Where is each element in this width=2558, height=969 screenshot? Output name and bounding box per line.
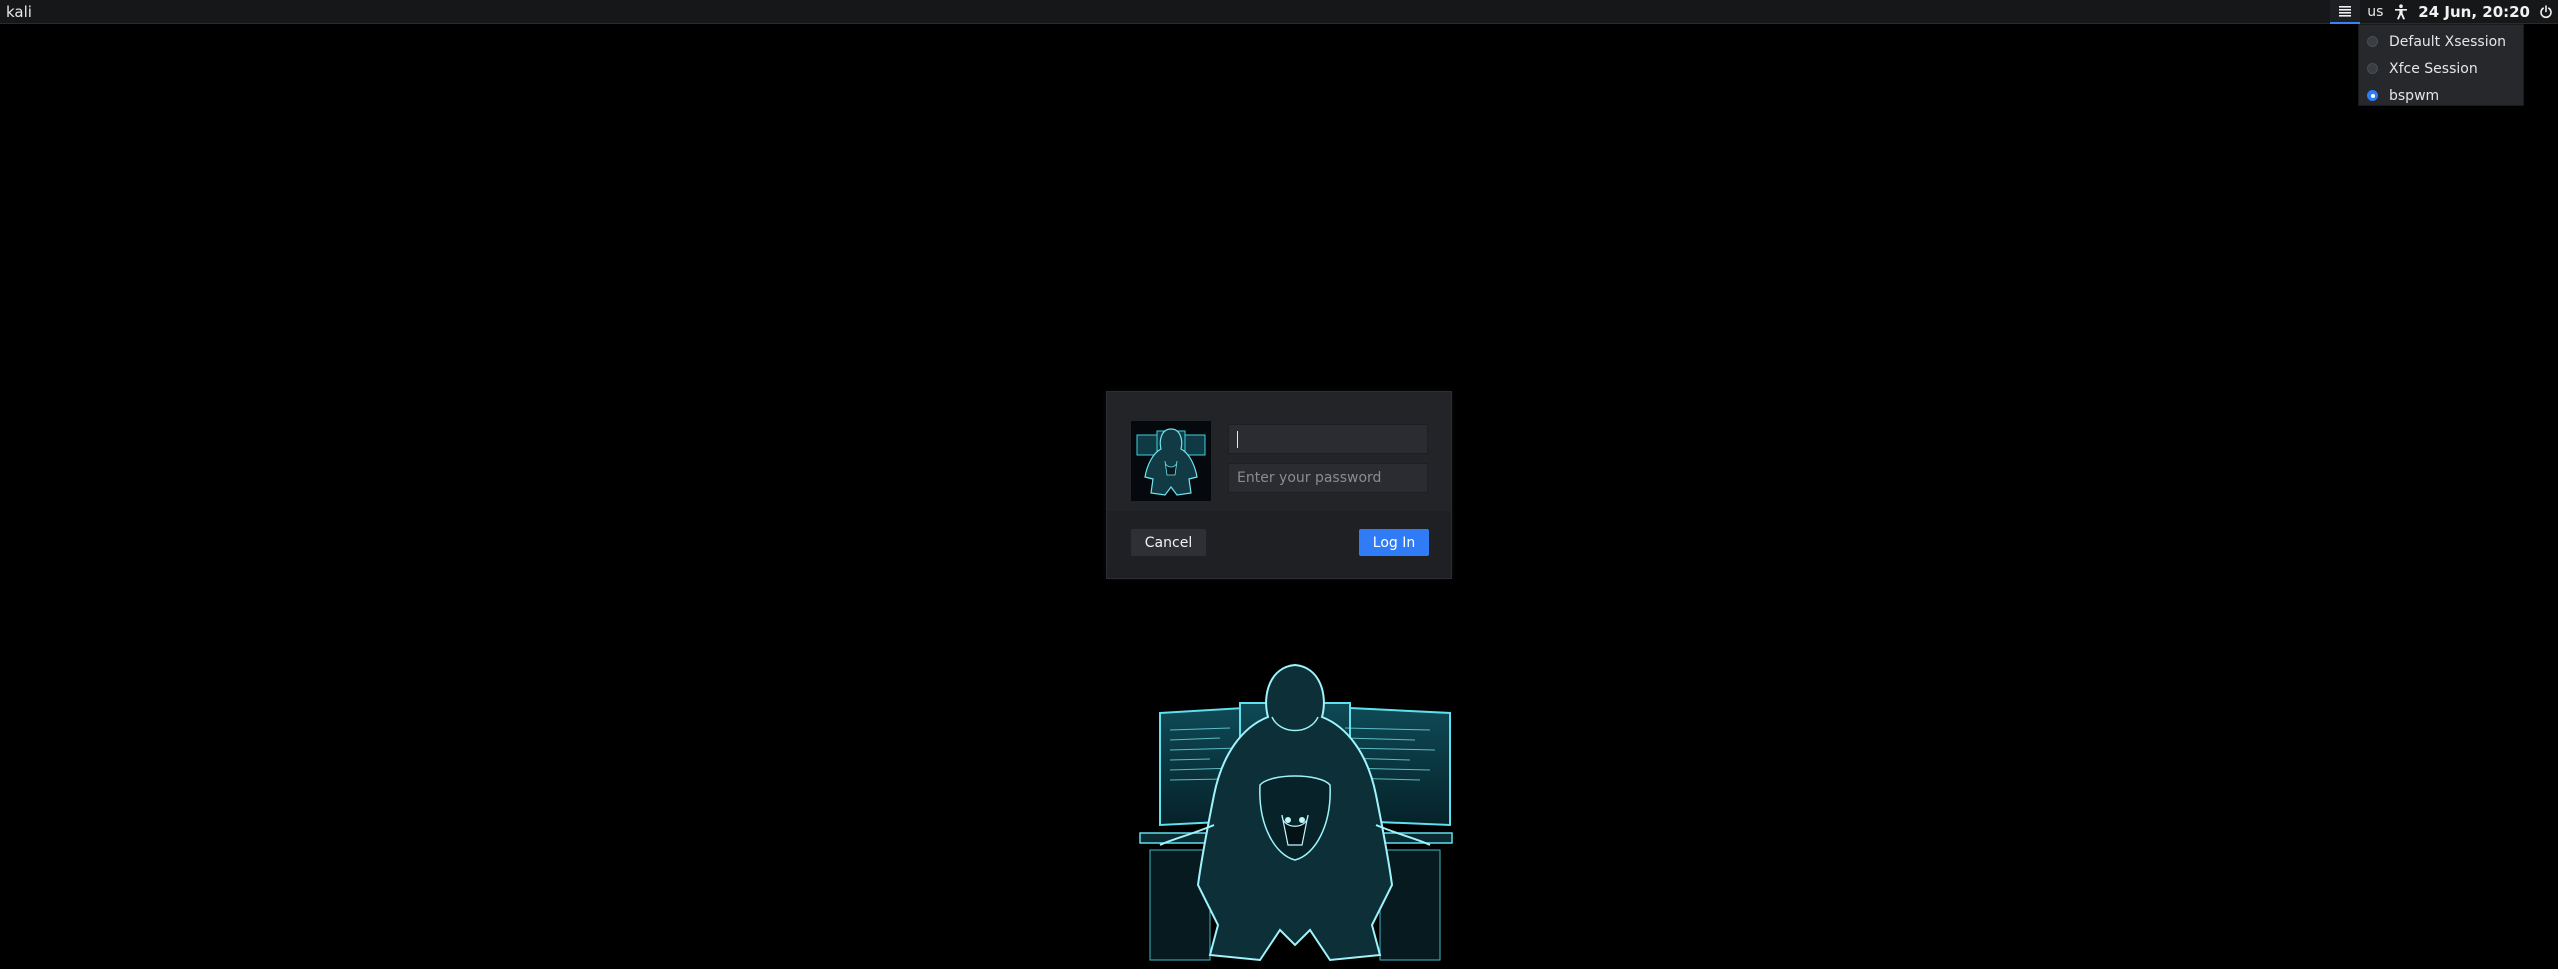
list-icon [2339, 6, 2352, 17]
session-item-default-xsession[interactable]: Default Xsession [2359, 28, 2523, 55]
session-item-label: Xfce Session [2389, 60, 2478, 77]
wallpaper-hacker-illustration [1130, 655, 1460, 965]
text-cursor [1237, 431, 1238, 448]
hooded-figure-avatar-image [1131, 421, 1211, 501]
hostname-label: kali [6, 3, 32, 21]
session-item-bspwm[interactable]: bspwm [2359, 82, 2523, 109]
password-field[interactable] [1228, 463, 1428, 493]
session-menu-button[interactable] [2330, 0, 2361, 24]
power-button[interactable] [2534, 0, 2558, 24]
user-avatar [1131, 421, 1211, 501]
login-dialog: Cancel Log In [1106, 391, 1452, 579]
panel-indicators: us 24 Jun, 20:20 [2330, 0, 2558, 24]
keyboard-layout-indicator[interactable]: us [2360, 0, 2390, 24]
radio-button [2367, 63, 2378, 74]
session-item-label: Default Xsession [2389, 33, 2507, 50]
top-panel: kali us 24 Jun, 20:20 [0, 0, 2558, 24]
session-dropdown-menu: Default Xsession Xfce Session bspwm [2358, 24, 2524, 106]
power-icon [2540, 5, 2552, 19]
username-field[interactable] [1228, 424, 1428, 454]
log-in-button[interactable]: Log In [1359, 529, 1429, 556]
cancel-button[interactable]: Cancel [1131, 529, 1206, 556]
radio-button-selected [2367, 90, 2378, 101]
session-item-label: bspwm [2389, 87, 2440, 104]
clock[interactable]: 24 Jun, 20:20 [2412, 0, 2534, 24]
hooded-hacker-image [1139, 663, 1453, 962]
radio-button [2367, 36, 2378, 47]
accessibility-button[interactable] [2390, 0, 2412, 24]
accessibility-icon [2395, 4, 2408, 20]
session-item-xfce[interactable]: Xfce Session [2359, 55, 2523, 82]
